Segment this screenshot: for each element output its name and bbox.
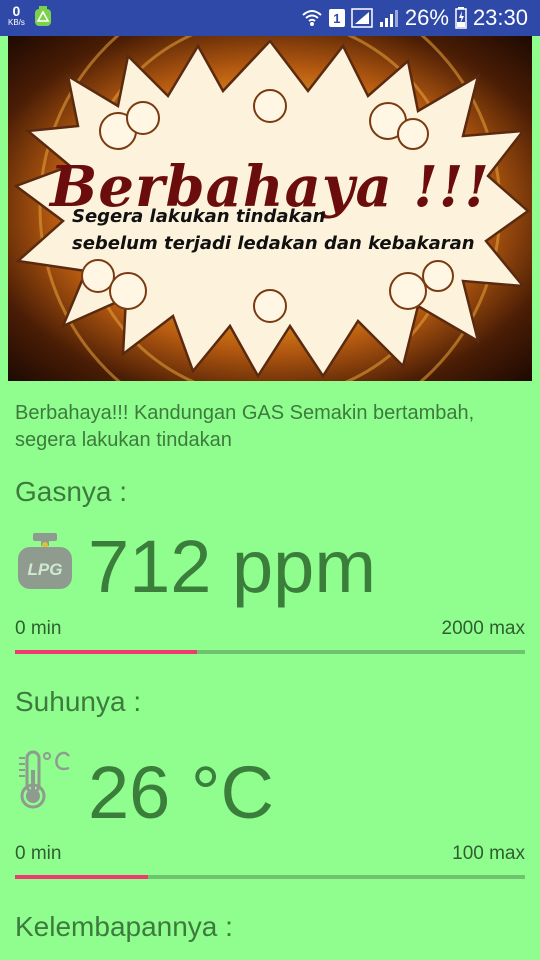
danger-banner: Berbahaya !!! Segera lakukan tindakan se…: [8, 36, 532, 381]
gas-progress-fill: [15, 650, 197, 654]
sim-slot-icon: 1: [328, 9, 345, 27]
clock: 23:30: [472, 5, 528, 30]
temperature-reading: 26 °C: [88, 751, 274, 834]
gas-reading: 712 ppm: [88, 525, 376, 608]
signal-bars-icon: [379, 10, 398, 27]
lpg-cylinder-icon: LPG: [18, 533, 72, 589]
warning-message: Berbahaya!!! Kandungan GAS Semakin berta…: [15, 402, 475, 451]
temperature-range: 0 min 100 max: [15, 843, 525, 865]
status-right: 1 26% 23:30: [301, 0, 528, 36]
battery-percent: 26%: [404, 5, 449, 30]
signal-icon: [351, 8, 373, 28]
gas-progress-bar: [15, 650, 525, 654]
svg-text:LPG: LPG: [28, 560, 63, 579]
temperature-max-label: 100 max: [452, 843, 525, 864]
banner-subtitle-line2: sebelum terjadi ledakan dan kebakaran: [72, 233, 475, 254]
lpg-notification-icon: [34, 5, 51, 26]
network-speed-unit: KB/s: [8, 18, 25, 27]
gas-label: Gasnya :: [15, 476, 128, 507]
banner-subtitle-line1: Segera lakukan tindakan: [72, 206, 326, 227]
humidity-label: Kelembapannya :: [15, 911, 233, 942]
network-speed-value: 0: [12, 3, 21, 19]
battery-icon: [455, 7, 467, 29]
temperature-label: Suhunya :: [15, 686, 142, 717]
gas-range: 0 min 2000 max: [15, 618, 525, 640]
temperature-min-label: 0 min: [15, 843, 62, 864]
gas-max-label: 2000 max: [441, 618, 525, 639]
status-left: 0 KB/s: [8, 4, 53, 27]
temperature-progress-bar: [15, 875, 525, 879]
network-speed: 0 KB/s: [8, 4, 25, 27]
status-bar: 0 KB/s 1 26% 23:30: [0, 0, 540, 36]
thermometer-celsius-icon: [19, 750, 70, 809]
wifi-icon: [302, 10, 322, 26]
temperature-progress-fill: [15, 875, 148, 879]
gas-min-label: 0 min: [15, 618, 62, 639]
